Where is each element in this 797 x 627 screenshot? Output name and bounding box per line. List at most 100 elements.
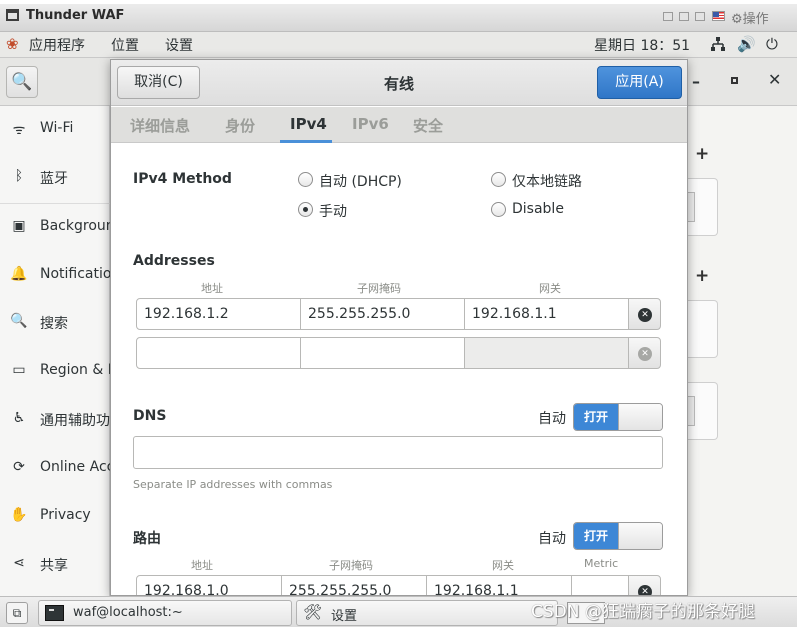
task-terminal[interactable]: waf@localhost:~ xyxy=(38,600,292,626)
volume-icon[interactable]: 🔊 xyxy=(737,35,756,53)
netmask-input[interactable] xyxy=(300,337,465,369)
apps-menu-icon: ❀ xyxy=(6,35,19,53)
netmask-input[interactable]: 255.255.255.0 xyxy=(300,298,465,330)
dns-label: DNS xyxy=(133,408,167,424)
sidebar-item-bluetooth[interactable]: ᛒ 蓝牙 xyxy=(0,156,110,200)
background-icon: ▣ xyxy=(12,218,26,234)
radio-disable-label[interactable]: Disable xyxy=(512,201,564,217)
route-col-metric: Metric xyxy=(584,557,619,570)
route-col-netmask: 子网掩码 xyxy=(329,559,373,572)
search-button[interactable]: 🔍 xyxy=(6,66,38,98)
sidebar-item-sharing[interactable]: ⋖ 共享 xyxy=(0,543,110,587)
radio-dhcp[interactable] xyxy=(298,172,313,187)
tab-ipv6[interactable]: IPv6 xyxy=(352,115,389,133)
terminal-icon xyxy=(45,605,64,621)
task-settings-label: 设置 xyxy=(331,609,358,624)
sidebar-item-accessibility[interactable]: ♿ 通用辅助功能 xyxy=(0,398,110,442)
settings-tools-icon: 🛠 xyxy=(303,603,323,621)
search-icon: 🔍 xyxy=(10,313,28,329)
addresses-label: Addresses xyxy=(133,253,215,269)
switch-knob xyxy=(618,404,662,430)
delete-address-button[interactable]: ✕ xyxy=(628,298,661,330)
window-restore-icon[interactable] xyxy=(679,12,689,21)
address-input[interactable] xyxy=(136,337,301,369)
tab-details[interactable]: 详细信息 xyxy=(130,115,190,136)
radio-disable[interactable] xyxy=(491,202,506,217)
sidebar-item-search[interactable]: 🔍 搜索 xyxy=(0,301,110,345)
route-col-address: 地址 xyxy=(191,559,213,572)
network-icon[interactable] xyxy=(710,36,726,52)
sidebar-item-wifi[interactable]: ᯤ Wi-Fi xyxy=(0,108,110,152)
routes-auto-label: 自动 xyxy=(538,531,566,547)
route-gateway-input[interactable]: 192.168.1.1 xyxy=(426,575,572,595)
tab-identity[interactable]: 身份 xyxy=(225,115,255,136)
sidebar-item-privacy[interactable]: ✋ Privacy xyxy=(0,495,110,539)
clock[interactable]: 星期日 18：51 xyxy=(594,35,690,55)
close-icon[interactable]: ✕ xyxy=(768,70,781,89)
address-input[interactable]: 192.168.1.2 xyxy=(136,298,301,330)
radio-manual-label[interactable]: 手动 xyxy=(319,201,347,221)
bluetooth-icon: ᛒ xyxy=(14,168,24,184)
sidebar-item-region[interactable]: ▭ Region & Language xyxy=(0,350,110,394)
accessibility-icon: ♿ xyxy=(12,410,26,426)
dns-auto-switch[interactable]: 打开 xyxy=(573,403,663,431)
operations-menu[interactable]: ⚙操作 xyxy=(731,8,769,27)
maximize-icon[interactable] xyxy=(731,77,738,84)
show-desktop-button[interactable]: ⧉ xyxy=(6,602,28,624)
routes-label: 路由 xyxy=(133,531,161,547)
add-profile-icon[interactable]: + xyxy=(695,266,709,286)
menu-places[interactable]: 位置 xyxy=(111,35,139,55)
menu-settings[interactable]: 设置 xyxy=(165,35,193,55)
radio-dhcp-label[interactable]: 自动 (DHCP) xyxy=(319,171,402,191)
col-address: 地址 xyxy=(201,282,223,295)
dns-input[interactable] xyxy=(133,436,663,469)
card-button[interactable] xyxy=(687,192,695,222)
task-settings[interactable]: 🛠 设置 xyxy=(296,600,558,626)
route-address-input[interactable]: 192.168.1.0 xyxy=(136,575,282,595)
sidebar-item-notifications[interactable]: 🔔 Notifications xyxy=(0,254,110,298)
region-icon: ▭ xyxy=(12,362,26,378)
power-icon[interactable]: ⏻ xyxy=(766,35,778,53)
top-strip xyxy=(0,0,797,4)
sidebar-header: 🔍 xyxy=(0,58,110,106)
radio-manual[interactable] xyxy=(298,202,313,217)
sidebar-item-label: 共享 xyxy=(40,558,68,574)
tab-ipv4[interactable]: IPv4 xyxy=(290,115,327,133)
settings-sidebar: 🔍 ᯤ Wi-Fi ᛒ 蓝牙 ▣ Background 🔔 Notificati… xyxy=(0,58,110,596)
menu-applications[interactable]: 应用程序 xyxy=(29,35,85,55)
switch-on-label: 打开 xyxy=(574,523,618,549)
delete-address-button[interactable]: ✕ xyxy=(628,337,661,369)
window-maximize-icon[interactable] xyxy=(695,12,705,21)
sidebar-divider xyxy=(0,203,110,204)
sidebar-item-label: Notifications xyxy=(40,266,110,282)
add-profile-icon[interactable]: + xyxy=(695,144,709,164)
route-metric-input[interactable] xyxy=(571,575,629,595)
radio-link-local-label[interactable]: 仅本地链路 xyxy=(512,171,582,191)
desktop-icon: ⧉ xyxy=(12,606,22,620)
route-netmask-input[interactable]: 255.255.255.0 xyxy=(281,575,427,595)
delete-route-button[interactable]: ✕ xyxy=(628,575,661,595)
close-circle-icon: ✕ xyxy=(638,347,652,361)
wired-connection-dialog: 取消(C) 有线 应用(A) 详细信息 身份 IPv4 IPv6 安全 IPv4… xyxy=(110,59,688,596)
card-button[interactable] xyxy=(687,396,695,426)
privacy-hand-icon: ✋ xyxy=(10,507,28,523)
sidebar-item-label: 蓝牙 xyxy=(40,171,68,187)
ipv4-settings: IPv4 Method 自动 (DHCP) 仅本地链路 手动 Disable A… xyxy=(111,144,687,595)
routes-auto-switch[interactable]: 打开 xyxy=(573,522,663,550)
gateway-input[interactable]: 192.168.1.1 xyxy=(464,298,629,330)
minimize-icon[interactable]: – xyxy=(692,72,700,91)
apply-button[interactable]: 应用(A) xyxy=(597,66,682,99)
tab-security[interactable]: 安全 xyxy=(413,115,443,136)
col-netmask: 子网掩码 xyxy=(357,282,401,295)
us-flag-icon[interactable] xyxy=(712,11,725,21)
radio-link-local[interactable] xyxy=(491,172,506,187)
gateway-input[interactable] xyxy=(464,337,629,369)
sidebar-item-online-accounts[interactable]: ⟳ Online Accounts xyxy=(0,447,110,491)
window-minimize-icon[interactable] xyxy=(663,12,673,21)
col-gateway: 网关 xyxy=(539,282,561,295)
sidebar-item-label: 搜索 xyxy=(40,316,68,332)
sidebar-item-background[interactable]: ▣ Background xyxy=(0,206,110,250)
task-terminal-label: waf@localhost:~ xyxy=(73,605,183,620)
dialog-tabs: 详细信息 身份 IPv4 IPv6 安全 xyxy=(111,107,687,143)
operations-label: 操作 xyxy=(742,12,769,27)
